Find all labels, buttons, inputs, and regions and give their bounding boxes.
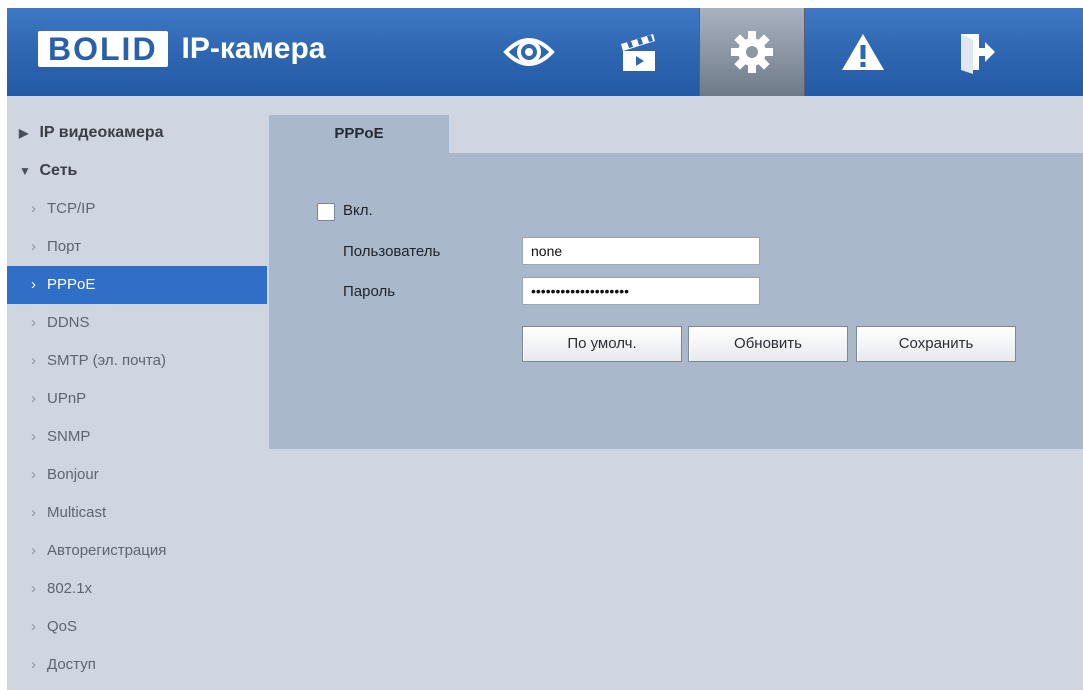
- bolid-logo-mark: BOLID: [38, 31, 168, 67]
- enable-checkbox[interactable]: [317, 203, 335, 221]
- sidebar-item-smtp[interactable]: › SMTP (эл. почта): [7, 342, 267, 380]
- chevron-right-icon: ›: [31, 504, 36, 521]
- sidebar-item-label: 802.1x: [47, 580, 93, 597]
- triangle-down-icon: ▼: [19, 164, 31, 178]
- sidebar-item-bonjour[interactable]: › Bonjour: [7, 456, 267, 494]
- warning-icon: [842, 34, 884, 70]
- clapperboard-icon: [621, 34, 655, 71]
- tab-pppoe[interactable]: PPPoE: [269, 115, 449, 153]
- logo: BOLID IP-камера: [38, 29, 325, 69]
- nav-playback-button[interactable]: [587, 8, 691, 96]
- sidebar-item-multicast[interactable]: › Multicast: [7, 494, 267, 532]
- refresh-button[interactable]: Обновить: [688, 326, 848, 362]
- chevron-right-icon: ›: [31, 580, 36, 597]
- sidebar-item-label: Bonjour: [47, 466, 99, 483]
- chevron-right-icon: ›: [31, 618, 36, 635]
- nav-live-view-button[interactable]: [477, 8, 581, 96]
- sidebar-item-label: PPPoE: [47, 276, 96, 293]
- sidebar-item-label: SNMP: [47, 428, 91, 445]
- chevron-right-icon: ›: [31, 542, 36, 559]
- sidebar-item-qos[interactable]: › QoS: [7, 608, 267, 646]
- chevron-right-icon: ›: [31, 238, 36, 255]
- sidebar-item-upnp[interactable]: › UPnP: [7, 380, 267, 418]
- sidebar-item-label: UPnP: [47, 390, 87, 407]
- sidebar-item-label: Multicast: [47, 504, 107, 521]
- nav-alarm-button[interactable]: [811, 8, 915, 96]
- nav-logout-button[interactable]: [925, 8, 1029, 96]
- sidebar: ▶ IP видеокамера ▼ Сеть › TCP/IP › Порт › P…: [7, 114, 267, 684]
- chevron-right-icon: ›: [31, 314, 36, 331]
- sidebar-item-label: SMTP (эл. почта): [47, 352, 166, 369]
- pppoe-settings-panel: Вкл. Пользователь Пароль По умолч. Обнов…: [269, 153, 1083, 449]
- sidebar-item-ddns[interactable]: › DDNS: [7, 304, 267, 342]
- top-header: BOLID IP-камера: [7, 8, 1083, 96]
- chevron-right-icon: ›: [31, 428, 36, 445]
- sidebar-item-8021x[interactable]: › 802.1x: [7, 570, 267, 608]
- logout-icon: [961, 34, 995, 74]
- sidebar-item-access[interactable]: › Доступ: [7, 646, 267, 684]
- gear-icon: [731, 31, 773, 73]
- enable-label: Вкл.: [343, 202, 373, 219]
- sidebar-item-autoregistration[interactable]: › Авторегистрация: [7, 532, 267, 570]
- nav-settings-button[interactable]: [699, 8, 805, 96]
- triangle-right-icon: ▶: [19, 126, 29, 140]
- save-button[interactable]: Сохранить: [856, 326, 1016, 362]
- chevron-right-icon: ›: [31, 656, 36, 673]
- sidebar-item-port[interactable]: › Порт: [7, 228, 267, 266]
- chevron-right-icon: ›: [31, 466, 36, 483]
- sidebar-item-label: DDNS: [47, 314, 90, 331]
- sidebar-item-label: Авторегистрация: [47, 542, 167, 559]
- sidebar-section-label: IP видеокамера: [39, 124, 164, 141]
- sidebar-item-label: TCP/IP: [47, 200, 96, 217]
- app-title: IP-камера: [181, 32, 326, 65]
- chevron-right-icon: ›: [31, 276, 36, 293]
- default-button[interactable]: По умолч.: [522, 326, 682, 362]
- password-label: Пароль: [343, 283, 396, 300]
- user-label: Пользователь: [343, 243, 441, 260]
- sidebar-section-network[interactable]: ▼ Сеть: [7, 152, 267, 190]
- sidebar-item-label: Порт: [47, 238, 82, 255]
- user-input[interactable]: [522, 237, 760, 265]
- app-frame: BOLID IP-камера ▶ IP видеокамера ▼ Сеть …: [7, 8, 1083, 690]
- chevron-right-icon: ›: [31, 352, 36, 369]
- sidebar-item-tcpip[interactable]: › TCP/IP: [7, 190, 267, 228]
- sidebar-section-ip-camera[interactable]: ▶ IP видеокамера: [7, 114, 267, 152]
- sidebar-item-snmp[interactable]: › SNMP: [7, 418, 267, 456]
- password-input[interactable]: [522, 277, 760, 305]
- chevron-right-icon: ›: [31, 200, 36, 217]
- sidebar-item-label: QoS: [47, 618, 78, 635]
- sidebar-item-label: Доступ: [47, 656, 96, 673]
- chevron-right-icon: ›: [31, 390, 36, 407]
- sidebar-item-pppoe[interactable]: › PPPoE: [7, 266, 267, 304]
- eye-icon: [503, 38, 555, 66]
- sidebar-section-label: Сеть: [39, 162, 78, 179]
